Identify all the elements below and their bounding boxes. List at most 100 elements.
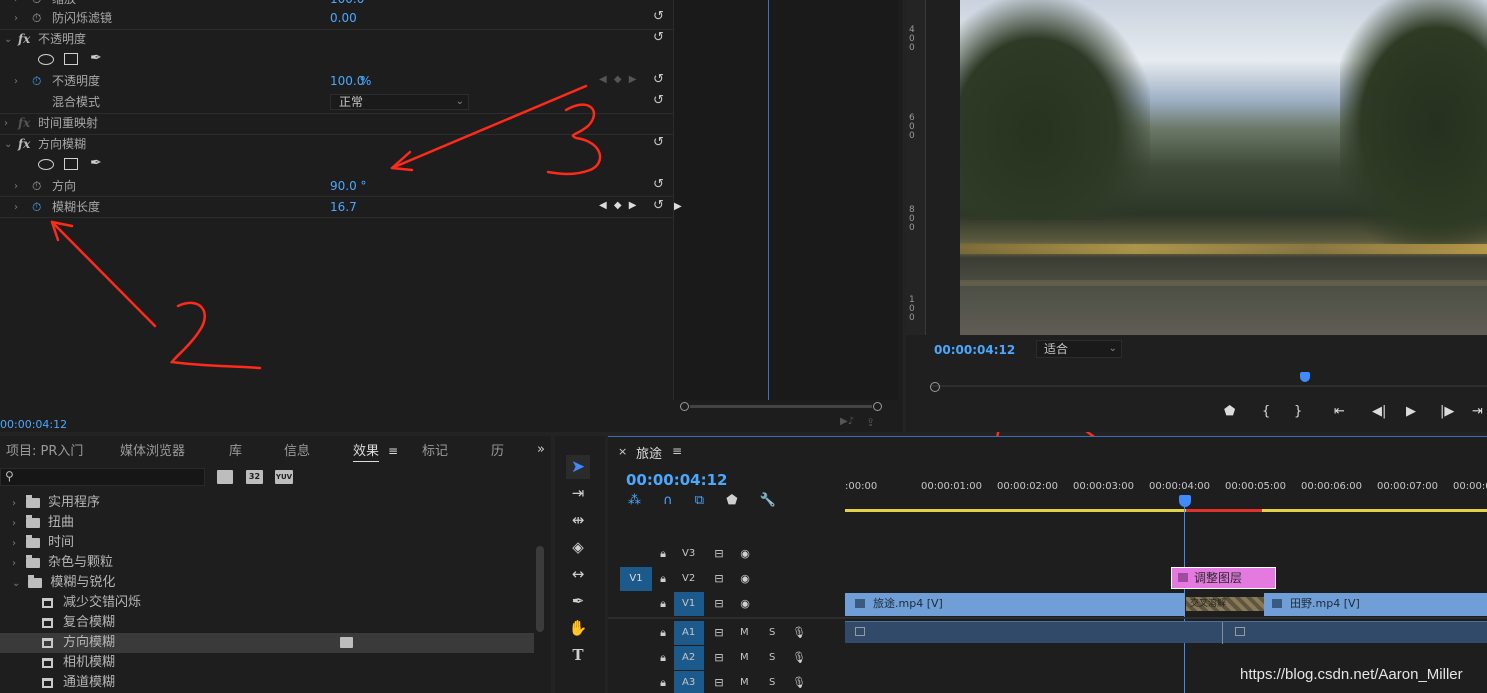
tab-media-browser[interactable]: 媒体浏览器 <box>120 442 185 462</box>
marker-icon[interactable]: ⬟ <box>726 493 737 508</box>
add-marker-icon[interactable]: ⬟ <box>1224 404 1235 419</box>
track-name[interactable]: V2 <box>682 573 695 584</box>
pen-tool[interactable]: ✒ <box>566 590 590 612</box>
tree-effect-item[interactable]: 复合模糊 <box>0 613 534 633</box>
lock-icon[interactable]: 🔒︎ <box>654 595 672 613</box>
lock-icon[interactable]: 🔒︎ <box>654 570 672 588</box>
mic-icon[interactable]: 🎙︎ <box>790 624 808 642</box>
tab-history[interactable]: 历史 <box>491 442 515 462</box>
track-select-tool[interactable]: ⇥ <box>566 482 590 504</box>
tab-libraries[interactable]: 库 <box>229 442 242 462</box>
track-name[interactable]: V1 <box>682 598 695 609</box>
tree-effect-item-selected[interactable]: 方向模糊 <box>0 633 534 653</box>
sync-lock-icon[interactable]: ⊟ <box>710 624 728 642</box>
sequence-tab[interactable]: 旅途 <box>636 443 662 462</box>
snap-icon[interactable]: ∩ <box>663 493 673 508</box>
track-name[interactable]: A1 <box>682 627 695 638</box>
tab-project[interactable]: 项目: PR入门 <box>6 442 83 462</box>
expand-caret-icon[interactable]: › <box>12 518 16 529</box>
mic-icon[interactable]: 🎙︎ <box>790 674 808 692</box>
tree-effect-item[interactable]: 减少交错闪烁 <box>0 593 534 613</box>
video-frame[interactable] <box>960 0 1487 335</box>
track-name[interactable]: A3 <box>682 677 695 688</box>
timeline-timecode[interactable]: 00:00:04:12 <box>626 471 728 489</box>
timeline-playhead-handle[interactable] <box>1179 495 1191 507</box>
mark-in-icon[interactable]: { <box>1262 404 1270 419</box>
nest-icon[interactable]: ⁂ <box>628 493 641 508</box>
fit-select[interactable]: 适合 ⌄ <box>1036 340 1122 358</box>
slip-tool[interactable]: ↔ <box>566 563 590 585</box>
sequence-menu-icon[interactable]: ≡ <box>672 444 682 458</box>
accelerated-effects-icon[interactable] <box>217 470 233 484</box>
sync-lock-icon[interactable]: ⊟ <box>710 674 728 692</box>
overflow-tabs-icon[interactable]: » <box>537 442 545 457</box>
mute-button[interactable]: M <box>740 677 749 688</box>
expand-caret-icon[interactable]: › <box>12 498 16 509</box>
tree-folder-distort[interactable]: › 扭曲 <box>0 513 534 533</box>
effects-search-input[interactable]: ⚲ <box>0 468 205 486</box>
clip-adjustment-layer[interactable]: 调整图层 <box>1171 567 1276 589</box>
ripple-edit-tool[interactable]: ⇹ <box>566 509 590 531</box>
ruler-time-label: 00:00:04:00 <box>1149 481 1211 492</box>
play-icon[interactable]: ▶ <box>1406 404 1416 419</box>
clip-v1-travel[interactable]: 旅途.mp4 [V] <box>845 593 1185 616</box>
hand-tool[interactable]: ✋ <box>566 617 590 639</box>
program-scrubber[interactable] <box>930 372 1487 392</box>
expand-caret-icon[interactable]: › <box>12 538 16 549</box>
tree-folder-noise[interactable]: › 杂色与颗粒 <box>0 553 534 573</box>
selection-tool[interactable]: ➤ <box>566 455 590 479</box>
step-forward-icon[interactable]: |▶ <box>1440 404 1454 419</box>
eye-icon[interactable]: ◉ <box>736 570 754 588</box>
work-area-bar[interactable] <box>845 509 1487 512</box>
tab-effects[interactable]: 效果 <box>353 442 380 462</box>
sync-lock-icon[interactable]: ⊟ <box>710 545 728 563</box>
mute-button[interactable]: M <box>740 652 749 663</box>
tab-markers[interactable]: 标记 <box>422 442 448 462</box>
track-name[interactable]: V3 <box>682 548 695 559</box>
step-back-icon[interactable]: ◀| <box>1372 404 1386 419</box>
sync-lock-icon[interactable]: ⊟ <box>710 570 728 588</box>
source-patch-v1[interactable]: V1 <box>620 567 652 591</box>
lock-icon[interactable]: 🔒︎ <box>654 624 672 642</box>
timeline-ruler[interactable] <box>845 473 1487 513</box>
collapse-caret-icon[interactable]: ⌄ <box>12 578 20 589</box>
sync-lock-icon[interactable]: ⊟ <box>710 649 728 667</box>
mic-icon[interactable]: 🎙︎ <box>790 649 808 667</box>
32bit-effects-icon[interactable]: 32 <box>246 470 263 484</box>
type-tool[interactable]: T <box>566 644 590 666</box>
track-name[interactable]: A2 <box>682 652 695 663</box>
lock-icon[interactable]: 🔒︎ <box>654 649 672 667</box>
panel-menu-icon[interactable]: ≡ <box>388 444 398 458</box>
sync-lock-icon[interactable]: ⊟ <box>710 595 728 613</box>
go-to-out-icon[interactable]: ⇥ <box>1472 404 1483 419</box>
eye-icon[interactable]: ◉ <box>736 595 754 613</box>
mark-out-icon[interactable]: } <box>1294 404 1302 419</box>
fit-select-value: 适合 <box>1044 342 1069 356</box>
clip-a1-audio[interactable] <box>845 621 1487 644</box>
wrench-icon[interactable]: 🔧 <box>760 493 776 508</box>
clip-v1-field[interactable]: 田野.mp4 [V] <box>1264 593 1487 616</box>
expand-caret-icon[interactable]: › <box>12 558 16 569</box>
linked-selection-icon[interactable]: ⧉ <box>695 493 704 508</box>
tab-info[interactable]: 信息 <box>284 442 310 462</box>
razor-tool[interactable]: ◈ <box>566 536 590 558</box>
solo-button[interactable]: S <box>769 652 775 663</box>
go-to-in-icon[interactable]: ⇤ <box>1334 404 1345 419</box>
lock-icon[interactable]: 🔒︎ <box>654 674 672 692</box>
clip-transition[interactable]: 交叉溶解 <box>1186 597 1264 611</box>
tree-folder-utility[interactable]: › 实用程序 <box>0 493 534 513</box>
program-timecode[interactable]: 00:00:04:12 <box>934 343 1015 357</box>
program-playhead-icon[interactable] <box>1300 372 1310 382</box>
solo-button[interactable]: S <box>769 677 775 688</box>
lock-icon[interactable]: 🔒︎ <box>654 545 672 563</box>
close-icon[interactable]: × <box>618 445 627 458</box>
tree-folder-time[interactable]: › 时间 <box>0 533 534 553</box>
eye-icon[interactable]: ◉ <box>736 545 754 563</box>
tree-effect-item[interactable]: 通道模糊 <box>0 673 534 693</box>
effects-scrollbar[interactable] <box>536 546 544 632</box>
tree-effect-item[interactable]: 相机模糊 <box>0 653 534 673</box>
mute-button[interactable]: M <box>740 627 749 638</box>
yuv-effects-icon[interactable]: YUV <box>275 470 293 484</box>
solo-button[interactable]: S <box>769 627 775 638</box>
tree-folder-blur-sharpen[interactable]: ⌄ 模糊与锐化 <box>0 573 534 593</box>
